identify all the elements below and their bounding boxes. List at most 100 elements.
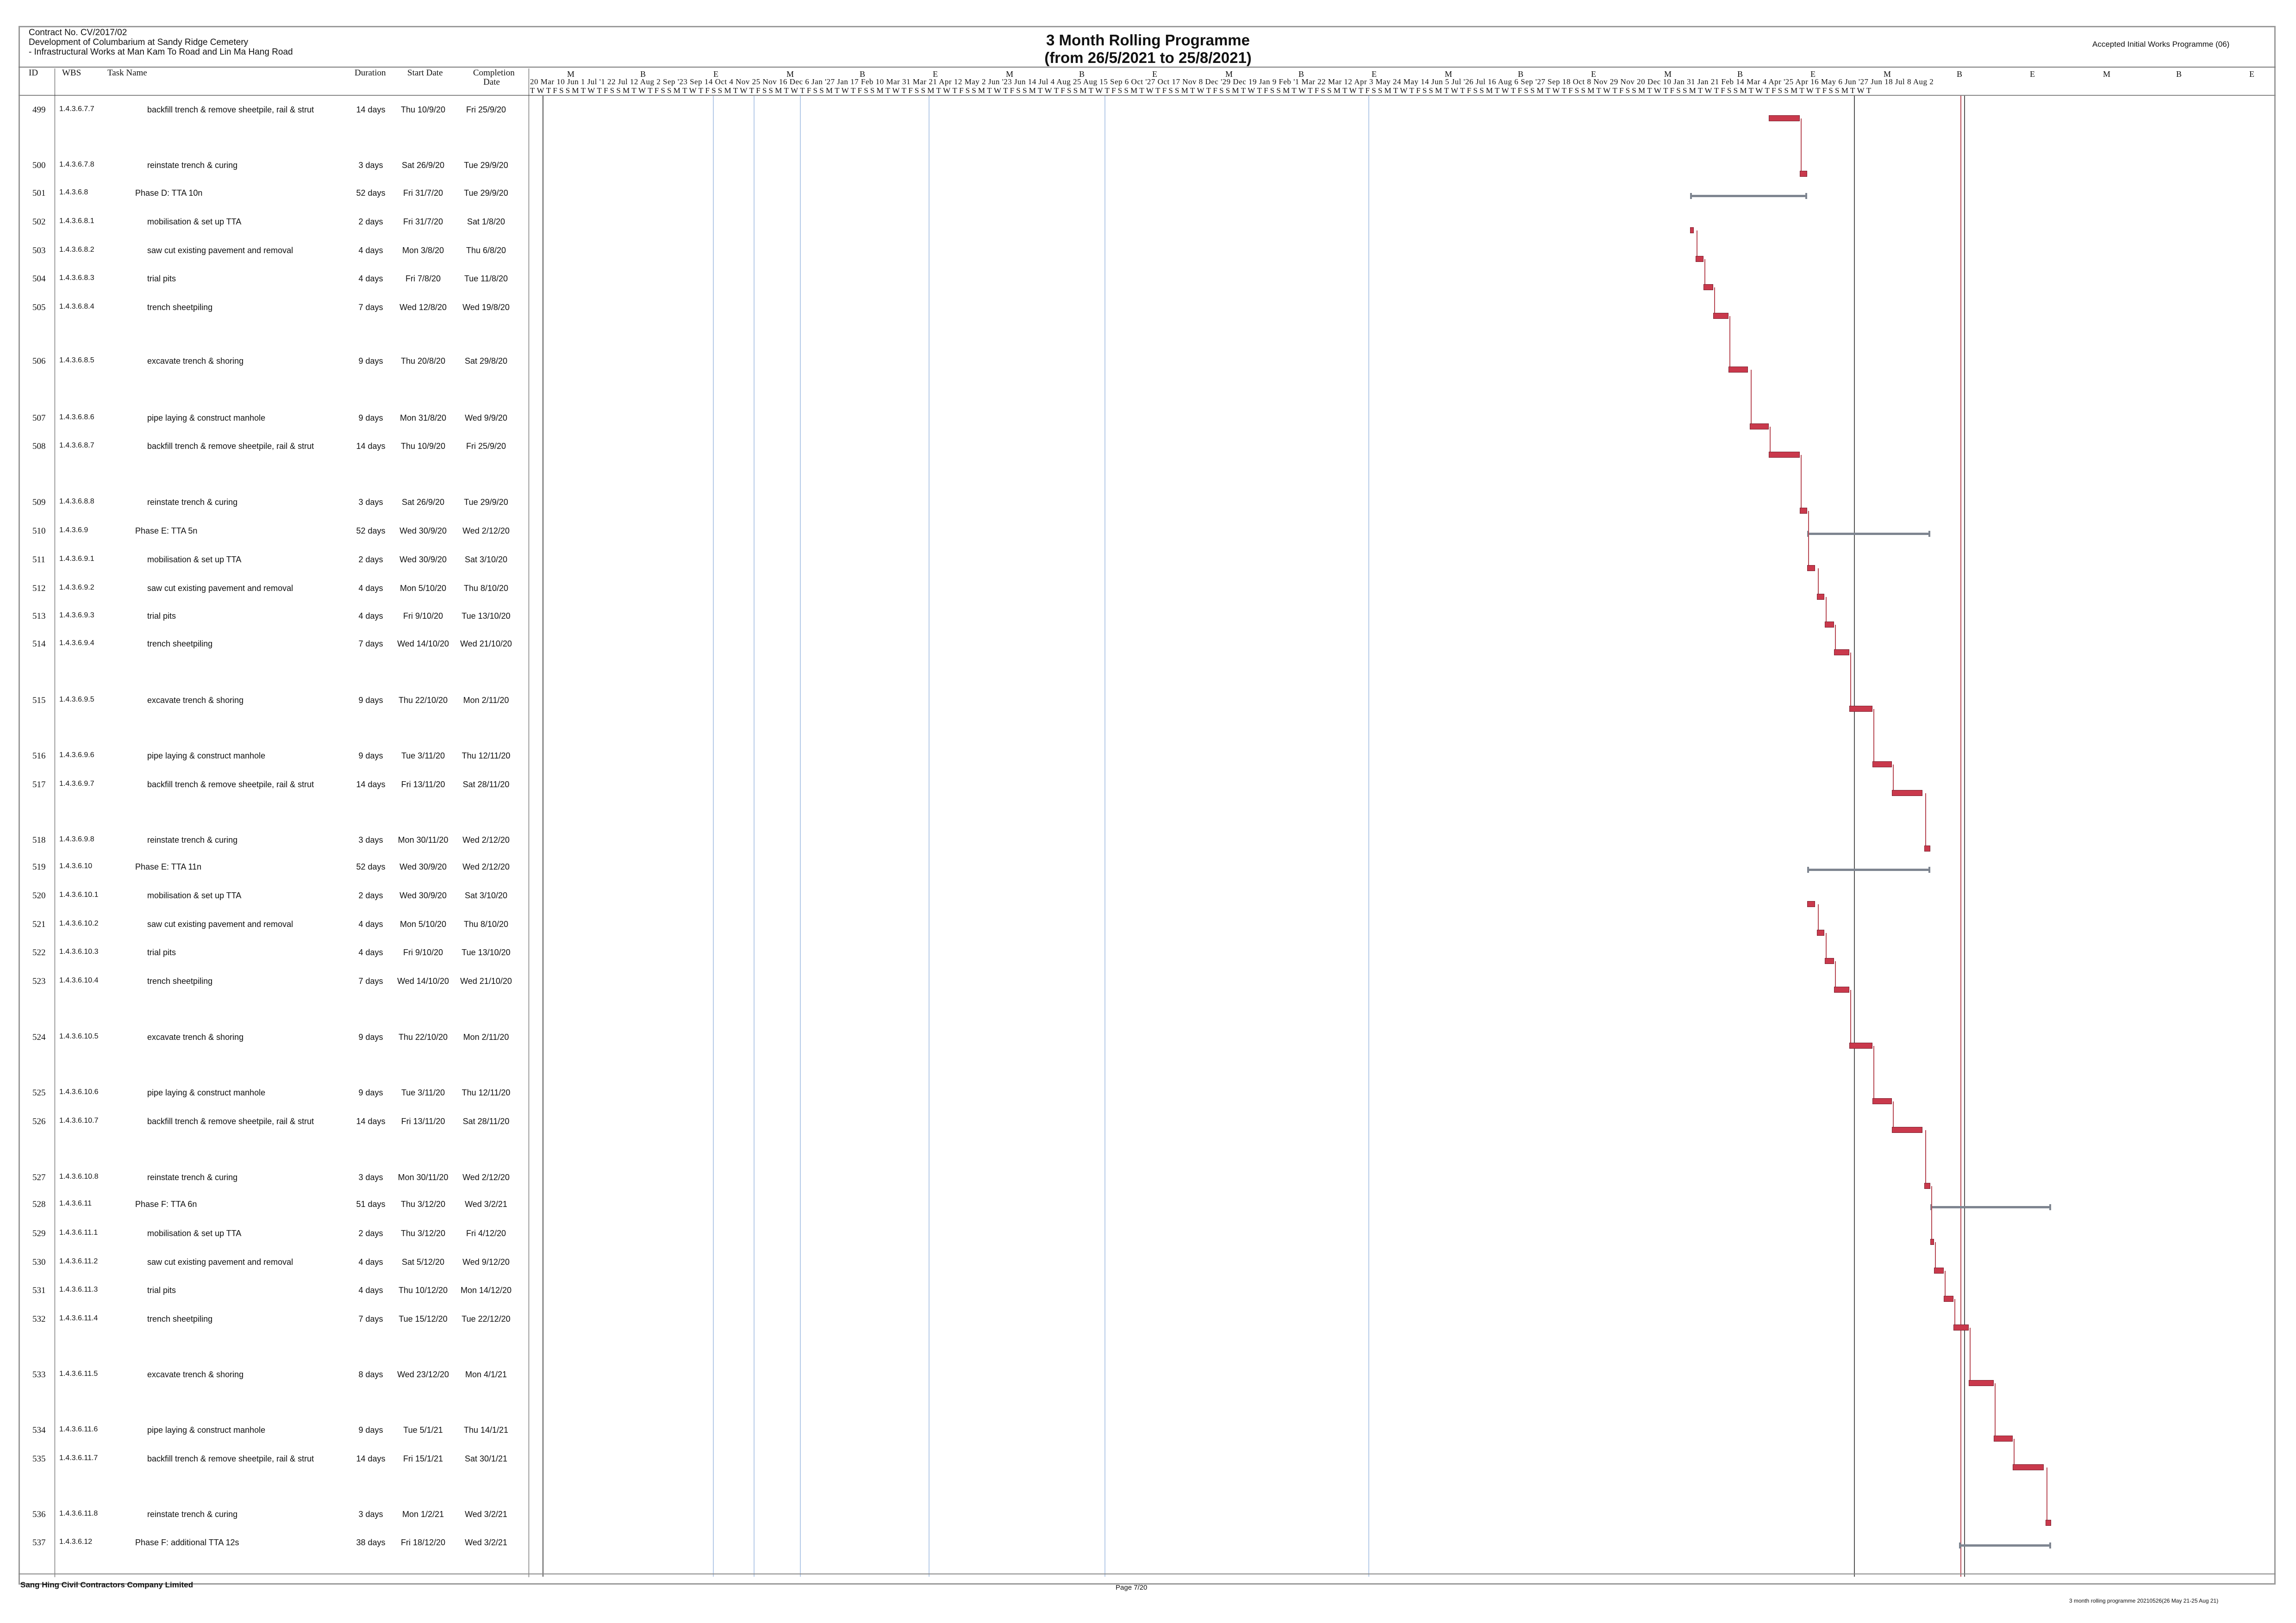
task-duration: 3 days	[358, 1510, 383, 1519]
task-name: saw cut existing pavement and removal	[147, 584, 293, 593]
task-bar[interactable]	[1872, 1098, 1892, 1104]
task-start-date: Wed 30/9/20	[399, 862, 447, 871]
task-start-date: Mon 3/8/20	[402, 246, 444, 255]
dependency-link	[2046, 1468, 2047, 1520]
task-completion-date: Fri 25/9/20	[466, 105, 506, 114]
task-bar[interactable]	[1696, 256, 1704, 262]
task-bar[interactable]	[1849, 706, 1873, 712]
task-bar[interactable]	[1807, 901, 1815, 907]
task-bar[interactable]	[1968, 1380, 1994, 1386]
task-bar[interactable]	[1934, 1268, 1944, 1274]
task-bar[interactable]	[1891, 790, 1923, 796]
task-completion-date: Mon 4/1/21	[465, 1370, 507, 1379]
footer-page: Page 7/20	[1116, 1584, 1148, 1592]
task-name: backfill trench & remove sheetpile, rail…	[147, 1117, 314, 1126]
task-start-date: Mon 30/11/20	[398, 1173, 449, 1182]
task-completion-date: Wed 2/12/20	[462, 1173, 510, 1182]
task-bar[interactable]	[1769, 452, 1800, 458]
task-wbs: 1.4.3.6.10.6	[59, 1088, 99, 1096]
task-name: saw cut existing pavement and removal	[147, 1257, 293, 1267]
task-completion-date: Tue 29/9/20	[464, 497, 508, 507]
dependency-link	[2014, 1439, 2015, 1464]
task-name: reinstate trench & curing	[147, 1510, 238, 1519]
summary-bar[interactable]	[1690, 193, 1808, 199]
task-wbs: 1.4.3.6.9.1	[59, 555, 94, 563]
task-duration: 52 days	[356, 526, 386, 535]
task-completion-date: Thu 14/1/21	[463, 1425, 509, 1435]
task-name: pipe laying & construct manhole	[147, 1088, 266, 1097]
task-duration: 2 days	[358, 555, 383, 564]
task-bar[interactable]	[1690, 227, 1694, 233]
task-bar[interactable]	[1993, 1436, 2013, 1442]
task-wbs: 1.4.3.6.9.7	[59, 780, 94, 788]
task-name: Phase E: TTA 5n	[135, 526, 198, 535]
task-wbs: 1.4.3.6.9.6	[59, 751, 94, 759]
timeline-gridline	[713, 96, 714, 1577]
dependency-link	[1750, 370, 1752, 423]
task-bar[interactable]	[1703, 284, 1713, 290]
task-wbs: 1.4.3.6.9.8	[59, 835, 94, 843]
task-id: 509	[32, 497, 46, 507]
task-bar[interactable]	[1872, 761, 1892, 767]
task-start-date: Thu 20/8/20	[400, 356, 446, 366]
task-id: 532	[32, 1314, 46, 1324]
task-id: 510	[32, 526, 46, 536]
task-bar[interactable]	[1816, 930, 1825, 936]
task-bar[interactable]	[1807, 565, 1815, 571]
summary-bar[interactable]	[1930, 1204, 2052, 1210]
task-duration: 4 days	[358, 611, 383, 621]
task-duration: 4 days	[358, 920, 383, 929]
task-start-date: Mon 5/10/20	[399, 584, 447, 593]
task-start-date: Thu 22/10/20	[398, 1032, 448, 1042]
task-bar[interactable]	[2013, 1464, 2044, 1470]
task-bar[interactable]	[1769, 115, 1800, 121]
task-id: 512	[32, 584, 46, 593]
summary-bar[interactable]	[1807, 531, 1930, 537]
task-wbs: 1.4.3.6.11.1	[59, 1229, 98, 1237]
task-name: backfill trench & remove sheetpile, rail…	[147, 1454, 314, 1463]
task-bar[interactable]	[2045, 1520, 2052, 1526]
task-wbs: 1.4.3.6.9	[59, 526, 88, 534]
task-name: Phase F: TTA 6n	[135, 1200, 197, 1209]
task-bar[interactable]	[1749, 423, 1769, 429]
task-name: reinstate trench & curing	[147, 1173, 238, 1182]
task-completion-date: Sat 28/11/20	[462, 1117, 510, 1126]
task-id: 499	[32, 105, 46, 115]
task-bar[interactable]	[1953, 1325, 1969, 1331]
task-bar[interactable]	[1824, 622, 1834, 628]
dependency-link	[1825, 597, 1827, 622]
task-bar[interactable]	[1834, 649, 1850, 655]
task-wbs: 1.4.3.6.11.7	[59, 1454, 98, 1462]
task-start-date: Wed 30/9/20	[399, 526, 447, 535]
task-start-date: Thu 22/10/20	[398, 696, 448, 705]
task-id: 507	[32, 413, 46, 423]
task-bar[interactable]	[1891, 1127, 1923, 1133]
task-id: 503	[32, 246, 46, 255]
task-bar[interactable]	[1924, 1183, 1930, 1189]
task-duration: 9 days	[358, 1032, 383, 1042]
task-duration: 9 days	[358, 1088, 383, 1097]
task-bar[interactable]	[1924, 846, 1930, 852]
task-start-date: Mon 31/8/20	[399, 413, 447, 423]
task-name: mobilisation & set up TTA	[147, 555, 242, 564]
dependency-link	[1850, 990, 1852, 1043]
timeline-gridline	[1368, 96, 1369, 1577]
task-bar[interactable]	[1816, 594, 1825, 600]
task-duration: 7 days	[358, 976, 383, 986]
task-duration: 4 days	[358, 584, 383, 593]
task-bar[interactable]	[1799, 508, 1808, 514]
task-start-date: Sat 26/9/20	[401, 161, 445, 170]
task-wbs: 1.4.3.6.12	[59, 1538, 93, 1546]
task-bar[interactable]	[1834, 987, 1850, 993]
task-bar[interactable]	[1930, 1239, 1934, 1245]
task-bar[interactable]	[1799, 171, 1808, 177]
task-name: excavate trench & shoring	[147, 356, 244, 366]
task-completion-date: Tue 29/9/20	[464, 188, 508, 198]
task-bar[interactable]	[1728, 367, 1748, 373]
task-bar[interactable]	[1849, 1043, 1873, 1049]
summary-bar[interactable]	[1807, 867, 1930, 873]
task-bar[interactable]	[1943, 1296, 1953, 1302]
summary-bar[interactable]	[1959, 1542, 2052, 1548]
task-bar[interactable]	[1713, 313, 1728, 319]
task-bar[interactable]	[1824, 958, 1834, 964]
